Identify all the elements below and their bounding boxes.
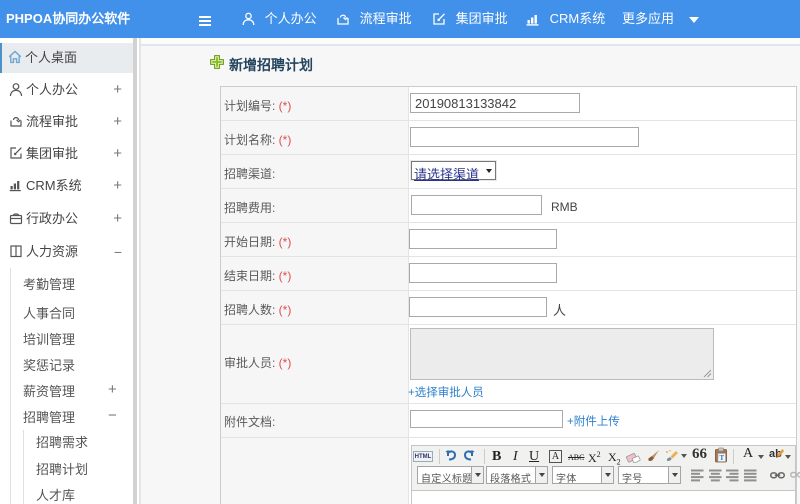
- svg-text:T: T: [719, 454, 724, 462]
